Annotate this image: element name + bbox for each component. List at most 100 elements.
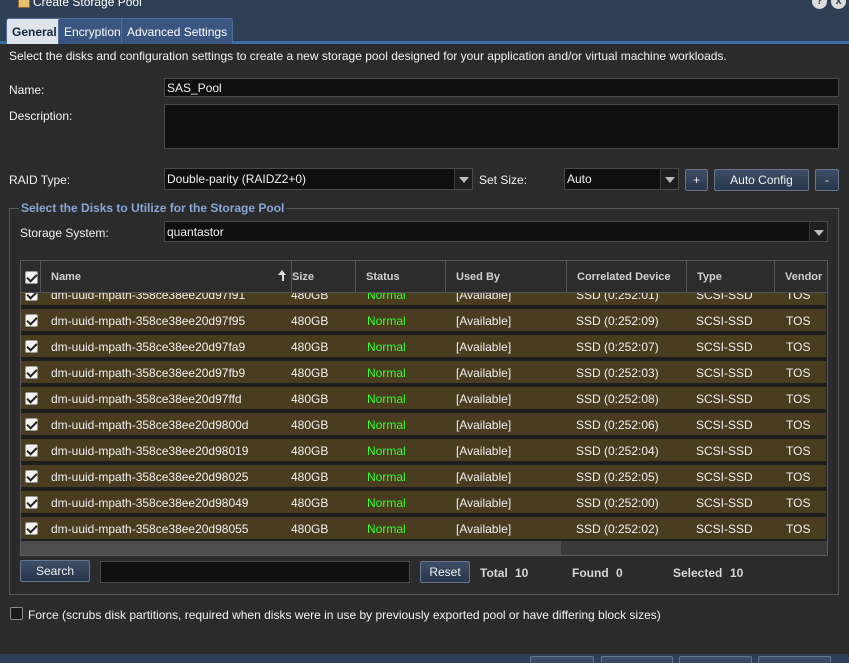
disk-correlated-device: SSD (0:252:04) bbox=[576, 444, 659, 458]
disk-type: SCSI-SSD bbox=[696, 314, 753, 328]
disk-size: 480GB bbox=[291, 392, 329, 406]
table-row[interactable]: dm-uuid-mpath-358ce38ee20d97f95 480GB Norm… bbox=[21, 309, 826, 333]
column-header-correlated-device[interactable]: Correlated Device bbox=[567, 261, 687, 292]
decrease-set-size-button[interactable]: - bbox=[815, 169, 839, 191]
table-row[interactable]: dm-uuid-mpath-358ce38ee20d98019 480GB Norm… bbox=[21, 439, 826, 463]
disk-correlated-device: SSD (0:252:02) bbox=[576, 522, 659, 536]
tab-encryption[interactable]: Encryption bbox=[58, 18, 127, 44]
auto-config-button[interactable]: Auto Config bbox=[714, 169, 809, 191]
description-field[interactable] bbox=[164, 104, 839, 149]
disk-type: SCSI-SSD bbox=[696, 418, 753, 432]
column-header-name[interactable]: Name bbox=[41, 261, 292, 292]
storage-system-label: Storage System: bbox=[20, 226, 109, 240]
search-button[interactable]: Search bbox=[20, 560, 90, 582]
row-select-checkbox[interactable] bbox=[25, 444, 38, 457]
disk-size: 480GB bbox=[291, 366, 329, 380]
disk-used-by: [Available] bbox=[456, 522, 512, 536]
force-checkbox[interactable] bbox=[10, 607, 23, 620]
row-select-checkbox[interactable] bbox=[25, 470, 38, 483]
selected-label: Selected bbox=[673, 566, 723, 580]
disk-size: 480GB bbox=[291, 470, 329, 484]
disk-status: Normal bbox=[367, 522, 406, 536]
disk-selection-legend: Select the Disks to Utilize for the Stor… bbox=[19, 201, 287, 215]
disk-size: 480GB bbox=[291, 522, 329, 536]
close-button[interactable]: x bbox=[831, 0, 846, 9]
raid-type-label: RAID Type: bbox=[9, 173, 71, 187]
previous-button[interactable] bbox=[530, 656, 594, 663]
storage-system-value: quantastor bbox=[167, 225, 224, 239]
disk-size: 480GB bbox=[291, 418, 329, 432]
row-select-checkbox[interactable] bbox=[25, 418, 38, 431]
found-label: Found bbox=[572, 566, 609, 580]
disk-used-by: [Available] bbox=[456, 444, 512, 458]
disk-used-by: [Available] bbox=[456, 293, 512, 302]
ok-button[interactable] bbox=[679, 656, 752, 663]
column-header-type[interactable]: Type bbox=[687, 261, 775, 292]
disk-correlated-device: SSD (0:252:05) bbox=[576, 470, 659, 484]
table-row[interactable]: dm-uuid-mpath-358ce38ee20d97f91 480GB Norm… bbox=[21, 293, 826, 307]
disk-status: Normal bbox=[367, 366, 406, 380]
disk-vendor: TOS bbox=[786, 444, 811, 458]
row-select-checkbox[interactable] bbox=[25, 522, 38, 535]
row-select-checkbox[interactable] bbox=[25, 293, 38, 301]
column-header-vendor[interactable]: Vendor bbox=[775, 261, 827, 292]
disk-vendor: TOS bbox=[786, 314, 811, 328]
tab-general[interactable]: General bbox=[6, 18, 63, 44]
name-field[interactable] bbox=[164, 78, 839, 97]
table-row[interactable]: dm-uuid-mpath-358ce38ee20d9800d 480GB Norm… bbox=[21, 413, 826, 437]
row-select-checkbox[interactable] bbox=[25, 366, 38, 379]
help-button[interactable]: ? bbox=[812, 0, 827, 9]
vertical-scroll-thumb[interactable] bbox=[827, 293, 828, 305]
disk-status: Normal bbox=[367, 470, 406, 484]
column-header-size[interactable]: Size bbox=[282, 261, 356, 292]
table-row[interactable]: dm-uuid-mpath-358ce38ee20d97fa9 480GB Norm… bbox=[21, 335, 826, 359]
vertical-scrollbar[interactable] bbox=[827, 293, 828, 541]
row-select-checkbox[interactable] bbox=[25, 340, 38, 353]
disk-status: Normal bbox=[367, 293, 406, 302]
disk-type: SCSI-SSD bbox=[696, 392, 753, 406]
disk-status: Normal bbox=[367, 444, 406, 458]
select-all-checkbox[interactable] bbox=[25, 271, 38, 284]
disk-name: dm-uuid-mpath-358ce38ee20d97fa9 bbox=[51, 340, 246, 354]
column-header-used-by[interactable]: Used By bbox=[446, 261, 567, 292]
disk-vendor: TOS bbox=[786, 522, 811, 536]
disk-status: Normal bbox=[367, 392, 406, 406]
table-row[interactable]: dm-uuid-mpath-358ce38ee20d98055 480GB Norm… bbox=[21, 517, 826, 541]
disk-correlated-device: SSD (0:252:03) bbox=[576, 366, 659, 380]
table-row[interactable]: dm-uuid-mpath-358ce38ee20d97ffd 480GB Norm… bbox=[21, 387, 826, 411]
row-select-checkbox[interactable] bbox=[25, 496, 38, 509]
raid-type-select[interactable]: Double-parity (RAIDZ2+0) bbox=[164, 168, 473, 190]
search-input[interactable] bbox=[100, 561, 410, 583]
table-row[interactable]: dm-uuid-mpath-358ce38ee20d97fb9 480GB Norm… bbox=[21, 361, 826, 385]
horizontal-scroll-thumb[interactable] bbox=[21, 541, 561, 555]
disk-type: SCSI-SSD bbox=[696, 444, 753, 458]
disk-name: dm-uuid-mpath-358ce38ee20d97fb9 bbox=[51, 366, 246, 380]
row-select-checkbox[interactable] bbox=[25, 392, 38, 405]
disk-status: Normal bbox=[367, 340, 406, 354]
description-label: Description: bbox=[9, 109, 73, 123]
disk-type: SCSI-SSD bbox=[696, 470, 753, 484]
disk-type: SCSI-SSD bbox=[696, 366, 753, 380]
disk-correlated-device: SSD (0:252:06) bbox=[576, 418, 659, 432]
next-button[interactable] bbox=[601, 656, 673, 663]
chevron-down-icon bbox=[809, 222, 827, 241]
cancel-button[interactable] bbox=[758, 656, 831, 663]
table-row[interactable]: dm-uuid-mpath-358ce38ee20d98049 480GB Norm… bbox=[21, 491, 826, 515]
disk-used-by: [Available] bbox=[456, 366, 512, 380]
disk-name: dm-uuid-mpath-358ce38ee20d98055 bbox=[51, 522, 249, 536]
column-header-status[interactable]: Status bbox=[356, 261, 446, 292]
row-select-checkbox[interactable] bbox=[25, 314, 38, 327]
reset-button[interactable]: Reset bbox=[420, 561, 470, 583]
disk-vendor: TOS bbox=[786, 340, 811, 354]
increase-set-size-button[interactable]: + bbox=[685, 169, 708, 191]
tab-advanced-settings[interactable]: Advanced Settings bbox=[121, 18, 234, 44]
disk-vendor: TOS bbox=[786, 496, 811, 510]
selected-count: 10 bbox=[730, 566, 744, 580]
table-row[interactable]: dm-uuid-mpath-358ce38ee20d98025 480GB Norm… bbox=[21, 465, 826, 489]
disk-name: dm-uuid-mpath-358ce38ee20d98049 bbox=[51, 496, 249, 510]
set-size-select[interactable]: Auto bbox=[564, 168, 679, 190]
disk-vendor: TOS bbox=[786, 392, 811, 406]
horizontal-scrollbar[interactable] bbox=[21, 541, 827, 555]
disk-type: SCSI-SSD bbox=[696, 496, 753, 510]
storage-system-select[interactable]: quantastor bbox=[164, 221, 828, 242]
